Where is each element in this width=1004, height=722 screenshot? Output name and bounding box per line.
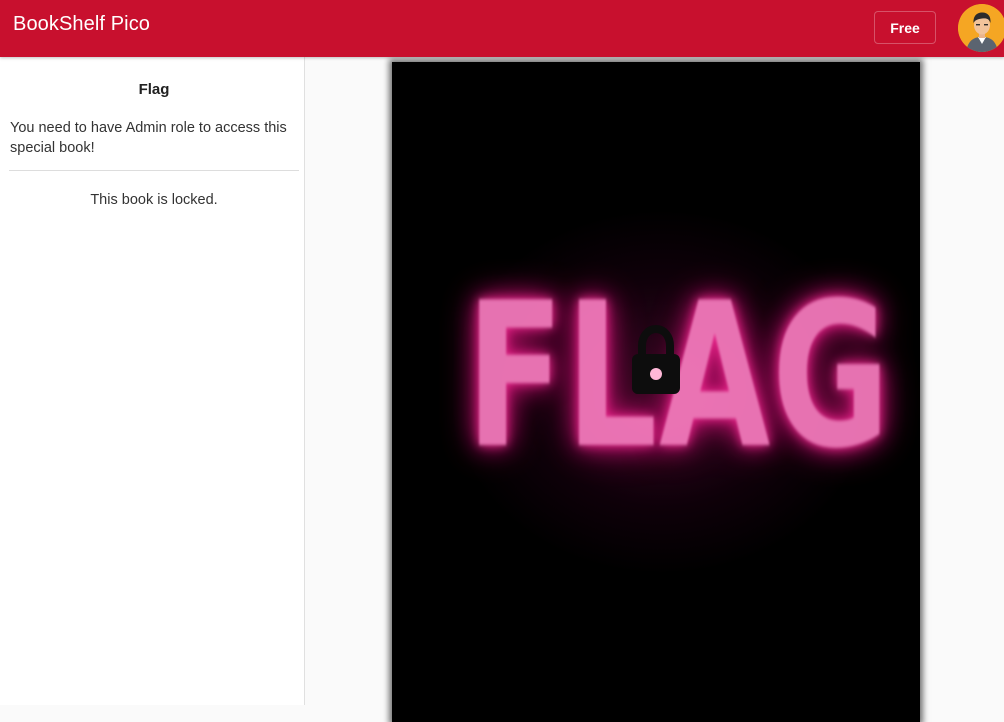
user-avatar-icon[interactable] (958, 4, 1004, 52)
lock-icon (627, 324, 685, 398)
plan-button[interactable]: Free (874, 11, 936, 44)
book-cover[interactable]: FLAG (392, 62, 920, 722)
book-title: Flag (138, 81, 170, 98)
divider (9, 170, 299, 171)
book-info-panel: Flag You need to have Admin role to acce… (0, 57, 305, 705)
locked-status-text: This book is locked. (90, 192, 218, 208)
app-title[interactable]: BookShelf Pico (13, 13, 150, 36)
avatar-illustration (958, 4, 1004, 52)
app-bar: BookShelf Pico Free (0, 0, 1004, 57)
book-access-message: You need to have Admin role to access th… (10, 120, 287, 156)
